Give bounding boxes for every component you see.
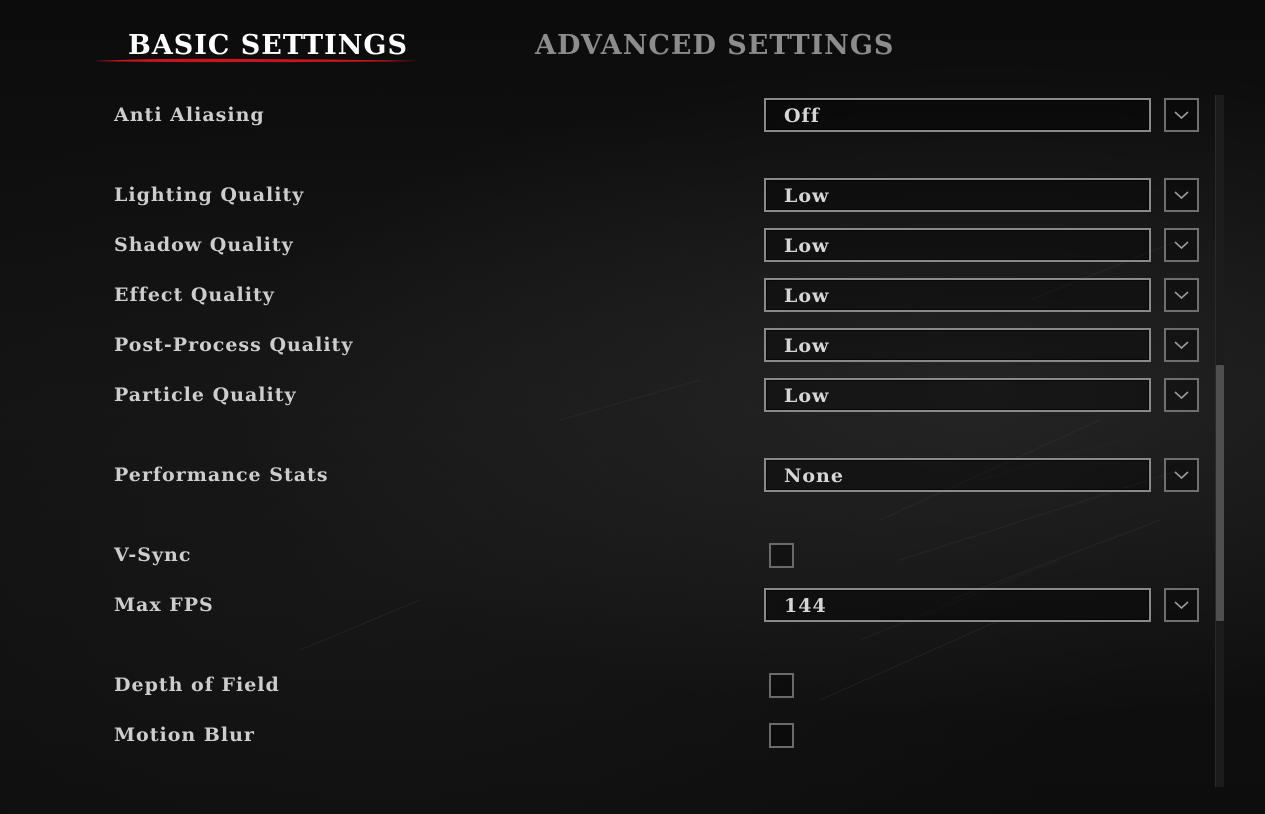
scrollbar-thumb[interactable] [1216,365,1224,621]
setting-label: Post-Process Quality [114,334,354,356]
chevron-down-icon [1174,111,1189,120]
setting-label: Particle Quality [114,384,297,406]
setting-label: Lighting Quality [114,184,305,206]
depth-of-field-checkbox[interactable] [769,673,794,698]
setting-row-effect-quality: Effect Quality Low [0,276,1265,316]
max-fps-dropdown[interactable]: 144 [764,588,1151,622]
effect-quality-dropdown[interactable]: Low [764,278,1151,312]
setting-label: Shadow Quality [114,234,294,256]
setting-label: Effect Quality [114,284,275,306]
post-process-quality-dropdown-button[interactable] [1164,328,1199,362]
max-fps-dropdown-button[interactable] [1164,588,1199,622]
chevron-down-icon [1174,391,1189,400]
dropdown-value: Low [784,385,830,407]
v-sync-checkbox[interactable] [769,543,794,568]
active-tab-underline [94,58,419,63]
setting-row-post-process-quality: Post-Process Quality Low [0,326,1265,366]
performance-stats-dropdown-button[interactable] [1164,458,1199,492]
setting-row-lighting-quality: Lighting Quality Low [0,176,1265,216]
dropdown-value: Low [784,285,830,307]
tab-advanced-settings[interactable]: ADVANCED SETTINGS [535,26,894,66]
dropdown-value: Low [784,185,830,207]
particle-quality-dropdown[interactable]: Low [764,378,1151,412]
setting-label: Max FPS [114,594,214,616]
setting-row-shadow-quality: Shadow Quality Low [0,226,1265,266]
setting-row-performance-stats: Performance Stats None [0,456,1265,496]
dropdown-value: None [784,465,844,487]
chevron-down-icon [1174,601,1189,610]
setting-row-v-sync: V-Sync [0,536,1265,576]
shadow-quality-dropdown-button[interactable] [1164,228,1199,262]
setting-label: Performance Stats [114,464,329,486]
setting-row-max-fps: Max FPS 144 [0,586,1265,626]
chevron-down-icon [1174,241,1189,250]
dropdown-value: Low [784,235,830,257]
setting-row-motion-blur: Motion Blur [0,716,1265,756]
performance-stats-dropdown[interactable]: None [764,458,1151,492]
chevron-down-icon [1174,191,1189,200]
setting-label: V-Sync [114,544,192,566]
setting-row-particle-quality: Particle Quality Low [0,376,1265,416]
setting-label: Motion Blur [114,724,255,746]
setting-row-depth-of-field: Depth of Field [0,666,1265,706]
lighting-quality-dropdown[interactable]: Low [764,178,1151,212]
scrollbar-track[interactable] [1215,95,1224,787]
shadow-quality-dropdown[interactable]: Low [764,228,1151,262]
chevron-down-icon [1174,471,1189,480]
post-process-quality-dropdown[interactable]: Low [764,328,1151,362]
dropdown-value: Off [784,105,820,127]
motion-blur-checkbox[interactable] [769,723,794,748]
setting-label: Depth of Field [114,674,280,696]
lighting-quality-dropdown-button[interactable] [1164,178,1199,212]
chevron-down-icon [1174,291,1189,300]
setting-row-anti-aliasing: Anti Aliasing Off [0,96,1265,136]
particle-quality-dropdown-button[interactable] [1164,378,1199,412]
dropdown-value: Low [784,335,830,357]
anti-aliasing-dropdown[interactable]: Off [764,98,1151,132]
effect-quality-dropdown-button[interactable] [1164,278,1199,312]
dropdown-value: 144 [784,595,827,617]
anti-aliasing-dropdown-button[interactable] [1164,98,1199,132]
setting-label: Anti Aliasing [114,104,265,126]
chevron-down-icon [1174,341,1189,350]
settings-screen: BASIC SETTINGS ADVANCED SETTINGS Anti Al… [0,0,1265,814]
